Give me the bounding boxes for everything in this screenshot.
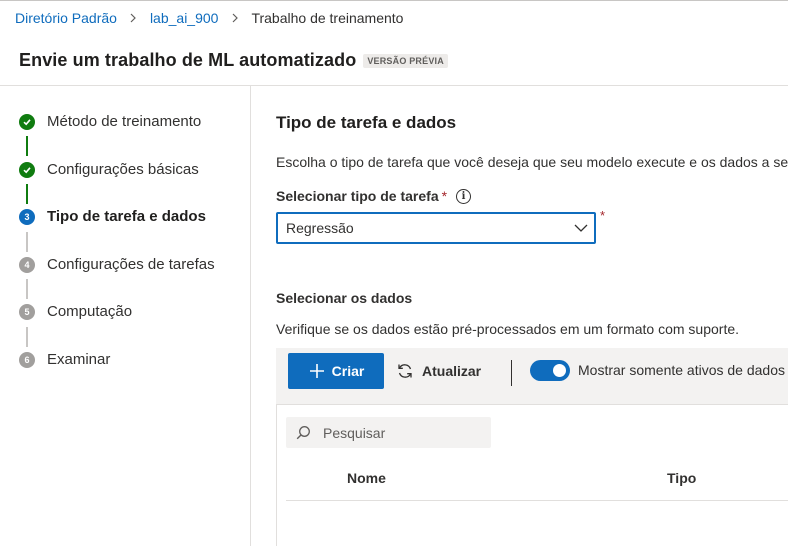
- required-mark: *: [441, 188, 448, 204]
- toolbar-divider: [511, 360, 512, 386]
- data-section-description: Verifique se os dados estão pré-processa…: [276, 321, 740, 337]
- breadcrumb: Diretório Padrão lab_ai_900 Trabalho de …: [15, 9, 403, 27]
- data-toolbar: Criar Atualizar Mostrar somente ativos d…: [276, 348, 788, 404]
- step-label: Tipo de tarefa e dados: [47, 208, 206, 225]
- search-input[interactable]: [323, 424, 483, 441]
- step-compute[interactable]: 5 Computação: [19, 303, 132, 320]
- step-label: Computação: [47, 303, 133, 320]
- task-type-dropdown[interactable]: Regressão: [276, 212, 596, 244]
- step-number: 4: [19, 256, 35, 273]
- step-connector: [26, 327, 28, 347]
- step-number: 6: [19, 351, 35, 368]
- section-title: Tipo de tarefa e dados: [276, 113, 457, 132]
- step-training-method[interactable]: Método de treinamento: [19, 113, 201, 130]
- step-number: 5: [19, 303, 35, 320]
- page-header: Envie um trabalho de ML automatizado VER…: [19, 50, 448, 71]
- breadcrumb-item-workspace[interactable]: lab_ai_900: [150, 10, 219, 26]
- step-label: Configurações básicas: [47, 161, 199, 178]
- step-number: 3: [19, 208, 35, 225]
- step-task-settings[interactable]: 4 Configurações de tarefas: [19, 256, 215, 273]
- grid-header-divider: [286, 500, 788, 501]
- column-header-name[interactable]: Nome: [347, 470, 386, 486]
- step-task-type-and-data[interactable]: 3 Tipo de tarefa e dados: [19, 208, 206, 225]
- refresh-button-label: Atualizar: [422, 363, 482, 379]
- data-grid: Nome Tipo: [276, 404, 788, 546]
- step-label: Configurações de tarefas: [47, 256, 215, 273]
- chevron-right-icon: [218, 10, 251, 26]
- step-connector: [26, 184, 28, 204]
- column-header-type[interactable]: Tipo: [667, 470, 696, 486]
- search-icon: [296, 426, 310, 440]
- task-type-selected-value: Regressão: [286, 220, 354, 236]
- wizard-stepper: Método de treinamento Configurações bási…: [0, 86, 251, 546]
- step-connector: [26, 279, 28, 299]
- step-review[interactable]: 6 Examinar: [19, 351, 110, 368]
- breadcrumb-current: Trabalho de treinamento: [251, 10, 404, 26]
- step-connector: [26, 136, 28, 156]
- main-content: Tipo de tarefa e dados Escolha o tipo de…: [252, 86, 788, 546]
- plus-icon: [309, 364, 324, 378]
- create-button-label: Criar: [331, 363, 365, 379]
- step-basic-settings[interactable]: Configurações básicas: [19, 161, 199, 178]
- refresh-icon: [398, 364, 412, 378]
- top-border: [0, 0, 788, 1]
- active-assets-toggle[interactable]: [530, 360, 570, 381]
- page-title: Envie um trabalho de ML automatizado: [19, 50, 357, 70]
- chevron-down-icon: [574, 224, 588, 232]
- step-connector: [26, 232, 28, 252]
- toggle-knob: [553, 364, 566, 377]
- check-icon: [19, 161, 35, 178]
- refresh-button[interactable]: Atualizar: [396, 353, 481, 389]
- active-assets-toggle-label: Mostrar somente ativos de dados: [578, 362, 785, 378]
- step-label: Método de treinamento: [47, 113, 202, 130]
- preview-badge: VERSÃO PRÉVIA: [363, 53, 448, 68]
- data-section-title: Selecionar os dados: [276, 290, 413, 306]
- chevron-right-icon: [117, 10, 150, 26]
- section-description: Escolha o tipo de tarefa que você deseja…: [276, 154, 788, 170]
- check-icon: [19, 113, 35, 130]
- info-icon[interactable]: i: [456, 188, 472, 204]
- breadcrumb-item-directory[interactable]: Diretório Padrão: [15, 10, 117, 26]
- step-label: Examinar: [47, 351, 111, 368]
- required-mark: *: [600, 208, 606, 223]
- task-type-label-text: Selecionar tipo de tarefa: [276, 188, 439, 204]
- task-type-label: Selecionar tipo de tarefa * i: [276, 188, 472, 204]
- create-button[interactable]: Criar: [288, 353, 384, 389]
- search-box[interactable]: [286, 417, 491, 448]
